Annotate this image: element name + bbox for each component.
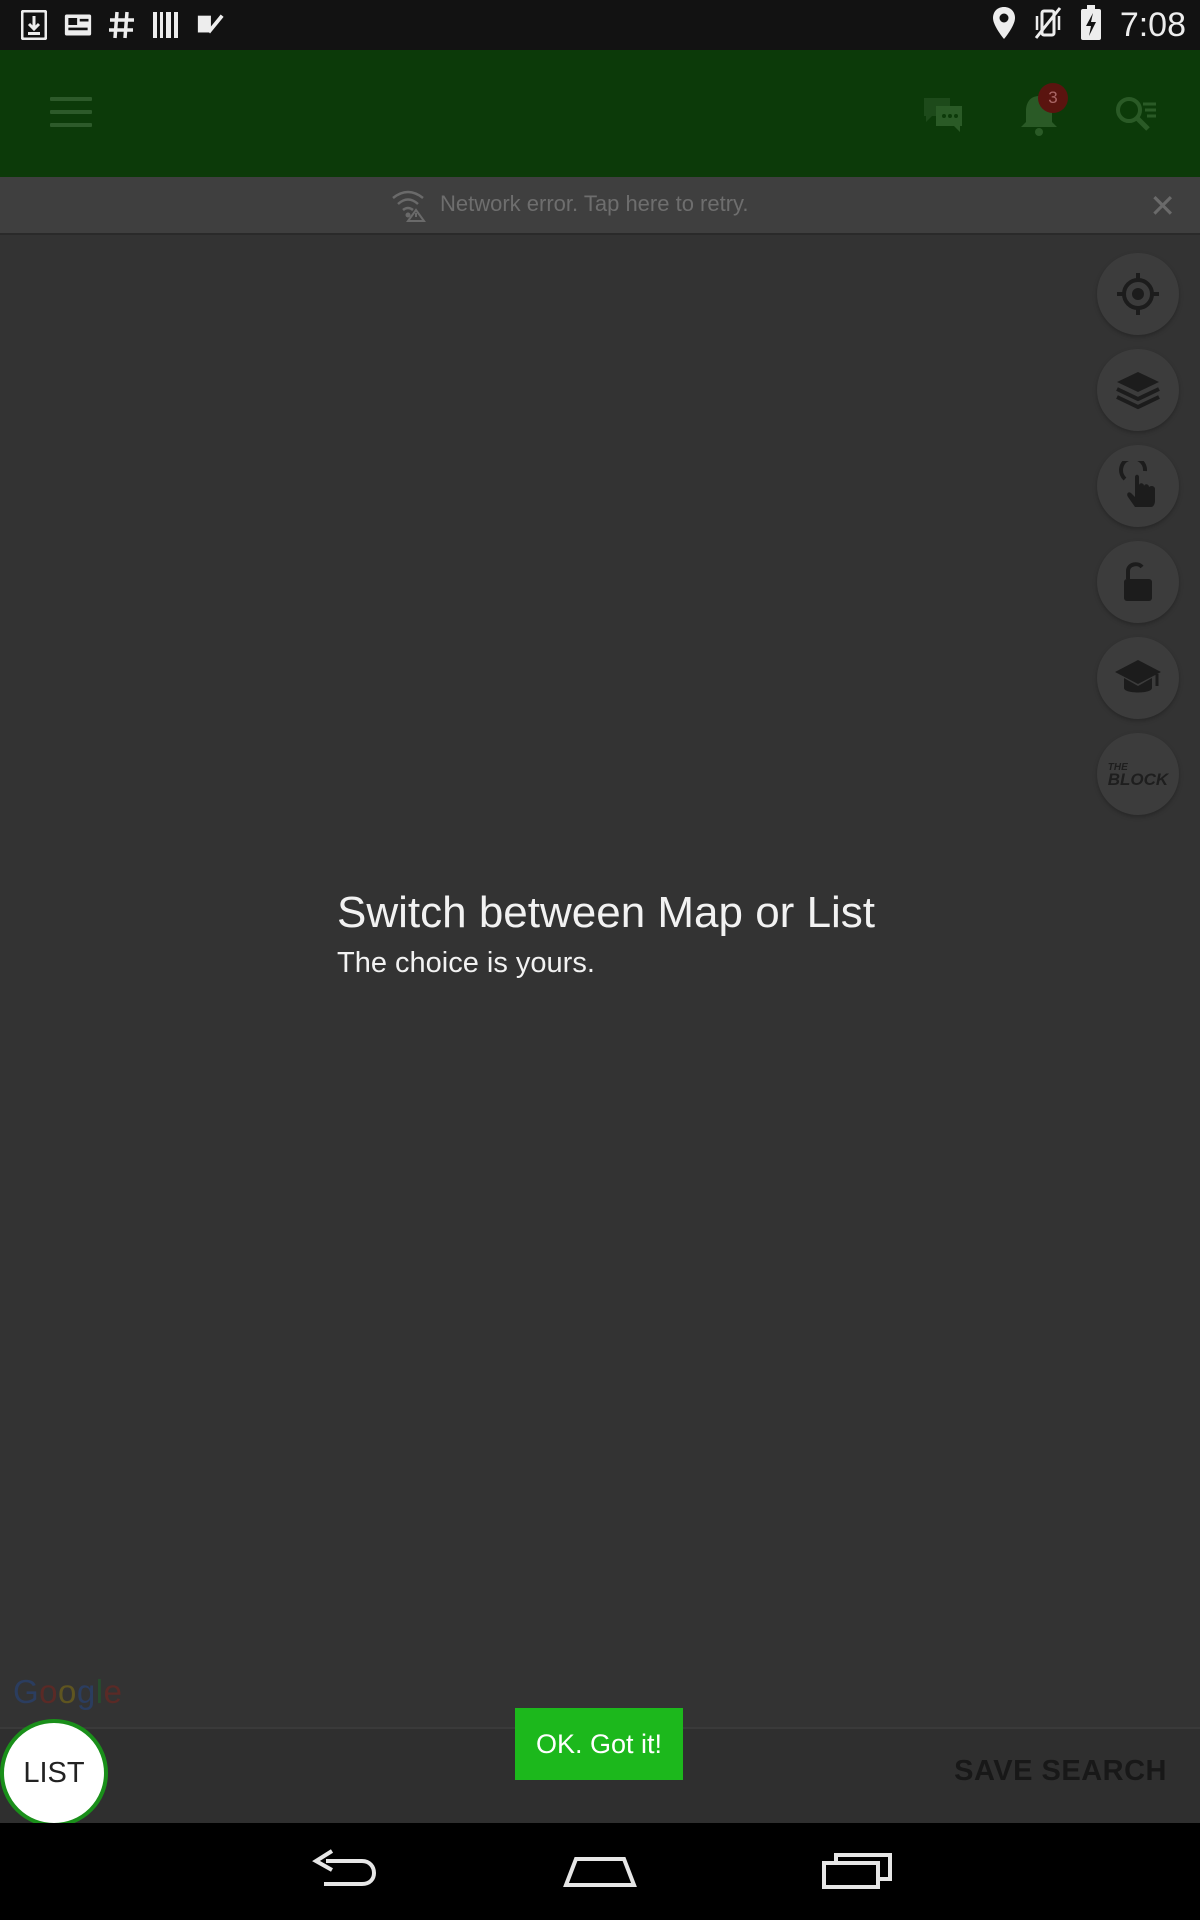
the-block-button[interactable]: THE BLOCK <box>1097 733 1179 815</box>
close-icon[interactable]: ✕ <box>1149 187 1176 225</box>
system-nav-bar <box>0 1823 1200 1920</box>
download-icon <box>20 10 48 40</box>
list-toggle-button[interactable]: LIST <box>0 1719 108 1827</box>
news-icon <box>64 10 92 40</box>
menu-icon[interactable] <box>50 97 92 129</box>
network-error-banner[interactable]: Network error. Tap here to retry. ✕ <box>0 177 1200 235</box>
chat-icon[interactable] <box>918 90 968 140</box>
location-icon <box>992 6 1016 44</box>
lock-button[interactable] <box>1097 541 1179 623</box>
vibrate-off-icon <box>1034 6 1062 44</box>
my-location-button[interactable] <box>1097 253 1179 335</box>
barcode-icon <box>152 10 180 40</box>
draw-search-button[interactable] <box>1097 445 1179 527</box>
task-check-icon <box>196 10 224 40</box>
tip-subtitle: The choice is yours. <box>337 947 595 979</box>
battery-charging-icon <box>1080 5 1102 45</box>
notification-count-badge: 3 <box>1038 83 1068 113</box>
layers-button[interactable] <box>1097 349 1179 431</box>
home-icon[interactable] <box>560 1841 640 1901</box>
status-system-icons: 7:08 <box>992 5 1186 45</box>
status-notification-icons <box>20 8 224 42</box>
hashtag-icon <box>108 10 136 40</box>
school-icon <box>1115 660 1161 693</box>
tutorial-tip: Switch between Map or List The choice is… <box>337 885 875 983</box>
draw-icon <box>1119 461 1155 507</box>
save-search-button[interactable]: SAVE SEARCH <box>954 1755 1167 1788</box>
status-bar: 7:08 <box>0 0 1200 50</box>
clock: 7:08 <box>1119 5 1186 44</box>
network-error-text[interactable]: Network error. Tap here to retry. <box>440 191 749 217</box>
back-icon[interactable] <box>304 1841 384 1901</box>
schools-button[interactable] <box>1097 637 1179 719</box>
layers-icon <box>1116 372 1160 410</box>
search-icon[interactable] <box>1110 90 1160 140</box>
google-logo: Google <box>13 1673 123 1710</box>
wifi-warning-icon <box>392 190 426 222</box>
recents-icon[interactable] <box>818 1841 898 1901</box>
my-location-icon <box>1117 273 1159 315</box>
the-block-icon: THE BLOCK <box>1107 762 1169 789</box>
app-bar: 3 <box>0 50 1200 177</box>
lock-icon <box>1124 562 1152 601</box>
tip-title: Switch between Map or List <box>337 888 876 937</box>
ok-got-it-button[interactable]: OK. Got it! <box>515 1708 683 1780</box>
